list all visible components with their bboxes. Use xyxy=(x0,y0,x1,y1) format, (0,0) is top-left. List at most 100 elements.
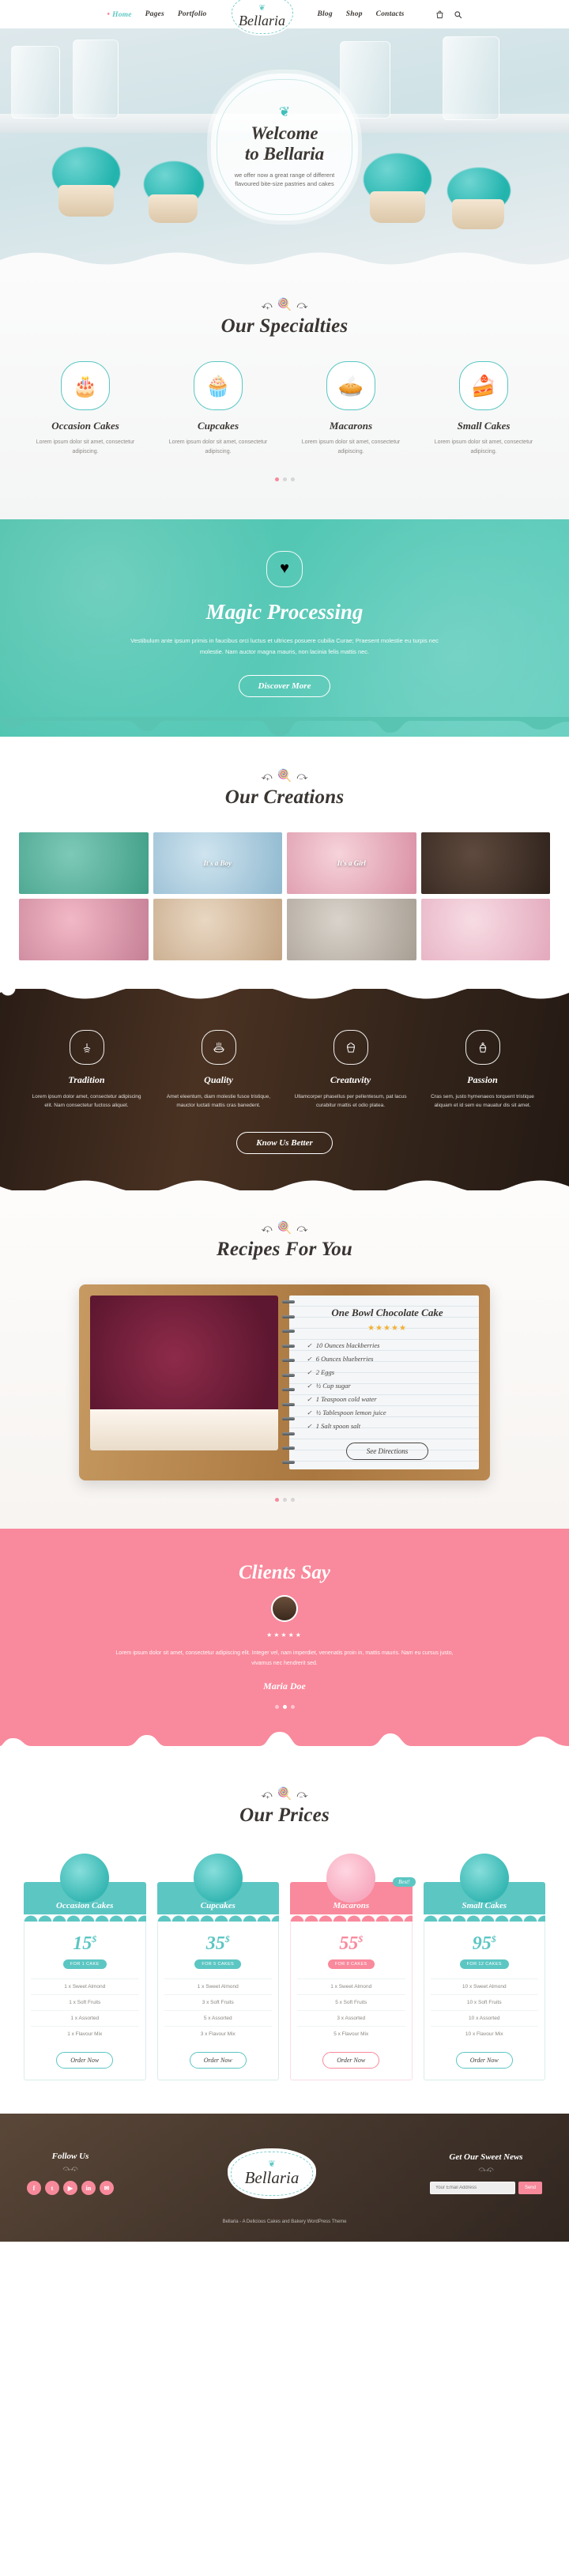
cake-icon: 🎂 xyxy=(61,361,110,410)
specialty-card-macarons[interactable]: 🥧 Macarons Lorem ipsum dolor sit amet, c… xyxy=(284,361,417,457)
plan-feature: 10 x Sweet Almond xyxy=(430,1978,538,1994)
youtube-icon[interactable]: ▶ xyxy=(63,2181,77,2196)
carousel-dot-3[interactable] xyxy=(290,1704,295,1709)
carousel-dot-1[interactable] xyxy=(274,477,279,481)
specialty-name: Occasion Cakes xyxy=(51,420,119,432)
features-bottom-wave xyxy=(0,1180,569,1191)
carousel-dot-2[interactable] xyxy=(282,1497,287,1502)
plan-feature: 1 x Soft Fruits xyxy=(31,1993,139,2010)
small-cake-image xyxy=(459,1853,509,1903)
hero-cupcake-4-base xyxy=(452,199,504,229)
plan-feature: 10 x Soft Fruits xyxy=(430,1993,538,2010)
carousel-dot-3[interactable] xyxy=(290,477,295,481)
carousel-dot-2[interactable] xyxy=(282,1704,287,1709)
specialties-header: ⤽ 🍭 ⤼ Our Specialties xyxy=(0,299,569,338)
know-us-better-button[interactable]: Know Us Better xyxy=(236,1132,333,1155)
feature-card-passion: Passion Cras sem, justo hymenaeos torque… xyxy=(416,1029,548,1111)
facebook-icon[interactable]: f xyxy=(27,2181,41,2196)
specialty-card-small-cakes[interactable]: 🍰 Small Cakes Lorem ipsum dolor sit amet… xyxy=(417,361,550,457)
gallery-item[interactable] xyxy=(19,898,149,960)
feature-card-quality: Quality Amet eleentum, diam molestie fus… xyxy=(153,1029,284,1111)
cupcake-ornament-icon: 🍭 xyxy=(277,1221,292,1235)
carousel-dot-1[interactable] xyxy=(274,1704,279,1709)
plan-feature: 5 x Flavour Mix xyxy=(297,2025,405,2042)
features-section: Tradition Lorem ipsum dolor amet, consec… xyxy=(0,988,569,1191)
check-icon: ✓ xyxy=(307,1395,312,1403)
nav-item-home[interactable]: Home xyxy=(107,10,131,19)
email-field[interactable] xyxy=(429,2182,515,2195)
muffin-icon xyxy=(465,1029,500,1065)
gallery-item[interactable] xyxy=(420,832,550,894)
price-card-occasion-cakes: Occasion Cakes 15$ FOR 1 CAKE 1 x Sweet … xyxy=(24,1853,146,2080)
linkedin-icon[interactable]: in xyxy=(81,2181,96,2196)
gallery-item[interactable] xyxy=(19,832,149,894)
plan-feature: 10 x Flavour Mix xyxy=(430,2025,538,2042)
footer-newsletter-column: Get Our Sweet News ⤼⤽ Send xyxy=(429,2152,542,2195)
ornament-divider: ⤽ 🍭 ⤼ xyxy=(0,1222,569,1234)
site-logo[interactable]: ❦ Bellaria xyxy=(231,0,293,34)
specialties-section: ⤽ 🍭 ⤼ Our Specialties 🎂 Occasion Cakes L… xyxy=(0,266,569,519)
gallery-item[interactable]: It's a Boy xyxy=(153,832,282,894)
twitter-icon[interactable]: t xyxy=(45,2181,59,2196)
swirl-left-icon: ⤽ xyxy=(261,1787,273,1800)
recipe-ingredient: ✓ 1 Teaspoon cold water xyxy=(307,1393,468,1406)
nav-item-shop[interactable]: Shop xyxy=(346,10,363,18)
order-now-button[interactable]: Order Now xyxy=(189,2051,247,2069)
recipes-section: ⤽ 🍭 ⤼ Recipes For You One Bowl Chocolate… xyxy=(0,1190,569,1529)
specialty-name: Small Cakes xyxy=(457,420,511,432)
feature-name: Creatuvity xyxy=(330,1073,371,1085)
plan-price: 15$ xyxy=(73,1933,97,1954)
footer-logo[interactable]: ❦ Bellaria xyxy=(227,2148,316,2199)
site-header: Home Pages Portfolio ❦ Bellaria Blog Sho… xyxy=(0,0,569,34)
order-now-button[interactable]: Order Now xyxy=(56,2051,114,2069)
nav-item-contacts[interactable]: Contacts xyxy=(376,10,405,18)
feature-description: Ullamcorper phasellus per pellentesum, p… xyxy=(294,1093,407,1108)
gallery-item[interactable] xyxy=(420,898,550,960)
specialty-card-occasion-cakes[interactable]: 🎂 Occasion Cakes Lorem ipsum dolor sit a… xyxy=(19,361,152,457)
price-card-macarons: Best! Macarons 55$ FOR 8 CAKES 1 x Sweet… xyxy=(290,1853,416,2080)
check-icon: ✓ xyxy=(307,1409,312,1416)
gallery-item[interactable] xyxy=(153,898,282,960)
gallery-item[interactable]: It's a Girl xyxy=(287,832,416,894)
carousel-dot-2[interactable] xyxy=(282,477,287,481)
carousel-dot-3[interactable] xyxy=(290,1497,295,1502)
nav-item-portfolio[interactable]: Portfolio xyxy=(178,10,207,18)
header-icons xyxy=(435,10,462,19)
check-icon: ✓ xyxy=(307,1341,312,1349)
discover-more-button[interactable]: Discover More xyxy=(238,674,331,697)
price-card-body: 35$ FOR 5 CAKES 1 x Sweet Almond 3 x Sof… xyxy=(156,1921,279,2080)
feature-name: Passion xyxy=(467,1073,498,1085)
see-directions-button[interactable]: See Directions xyxy=(346,1442,428,1460)
search-icon[interactable] xyxy=(454,10,462,19)
hero-jar-1 xyxy=(11,46,60,119)
feature-name: Tradition xyxy=(68,1073,105,1085)
swirl-left-icon: ⤽ xyxy=(261,1222,273,1235)
order-now-button[interactable]: Order Now xyxy=(455,2051,513,2069)
client-rating-stars: ★★★★★ xyxy=(266,1631,303,1639)
nav-item-blog[interactable]: Blog xyxy=(318,10,333,18)
ingredient-text: 1 Salt spoon salt xyxy=(315,1421,361,1430)
logo-ornament-icon: ❦ xyxy=(258,3,266,13)
carousel-dot-1[interactable] xyxy=(274,1497,279,1502)
order-now-button[interactable]: Order Now xyxy=(322,2051,380,2069)
cart-icon[interactable] xyxy=(435,10,444,19)
newsletter-send-button[interactable]: Send xyxy=(518,2182,542,2195)
email-icon[interactable]: ✉ xyxy=(100,2181,114,2196)
cupcake-ornament-icon: 🍭 xyxy=(277,298,292,311)
features-top-wave xyxy=(0,988,569,998)
footer-divider-icon: ⤼⤽ xyxy=(478,2165,494,2174)
footer-content: Follow Us ⤼⤽ f t ▶ in ✉ ❦ Bellaria Get O… xyxy=(0,2148,569,2199)
gallery-item[interactable] xyxy=(287,898,416,960)
plan-per-label: FOR 1 CAKE xyxy=(62,1959,107,1969)
page-root: Home Pages Portfolio ❦ Bellaria Blog Sho… xyxy=(0,0,569,2242)
nav-item-pages[interactable]: Pages xyxy=(145,10,164,18)
recipe-ingredient: ✓ 10 Ounces blackberries xyxy=(307,1339,468,1352)
specialty-card-cupcakes[interactable]: 🧁 Cupcakes Lorem ipsum dolor sit amet, c… xyxy=(152,361,284,457)
cupcake-outline-icon xyxy=(333,1029,368,1065)
clients-carousel-dots xyxy=(0,1704,569,1709)
site-footer: Follow Us ⤼⤽ f t ▶ in ✉ ❦ Bellaria Get O… xyxy=(0,2113,569,2242)
recipe-ingredient: ✓ 1 Salt spoon salt xyxy=(307,1420,468,1433)
clients-title: Clients Say xyxy=(239,1561,330,1583)
macaron-icon: 🥧 xyxy=(326,361,375,410)
hero-ornament-icon: ❦ xyxy=(278,104,291,120)
